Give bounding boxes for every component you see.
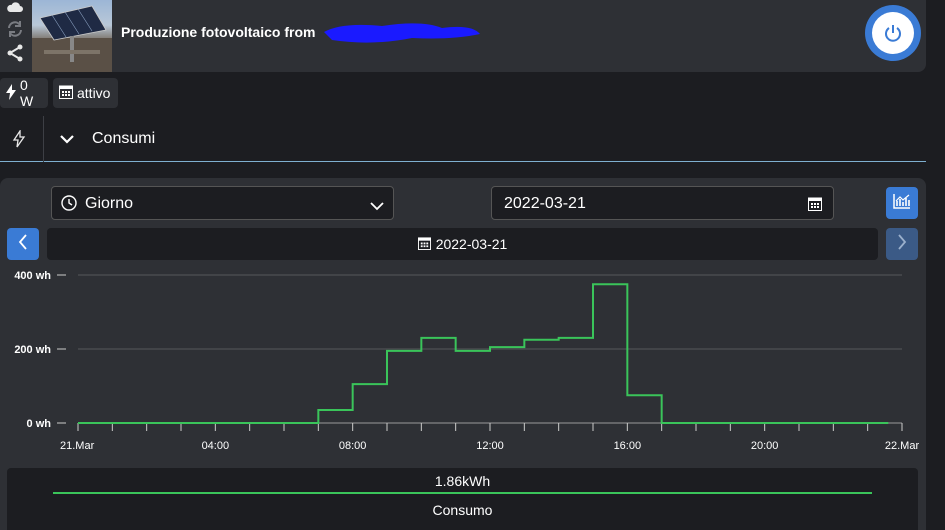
x-tick-label: 22.Mar — [885, 440, 920, 452]
power-badge: 0 W — [0, 77, 48, 109]
section-header-consumi[interactable]: Consumi — [0, 116, 926, 162]
consumption-series-line — [78, 283, 889, 424]
total-value: 1.86kWh — [434, 473, 491, 489]
current-date-bar: 2022-03-21 — [47, 228, 878, 260]
x-tick-label: 08:00 — [339, 440, 367, 452]
chevron-right-icon — [897, 233, 907, 255]
next-day-button[interactable] — [886, 228, 918, 260]
section-title: Consumi — [92, 130, 156, 147]
chevron-left-icon — [18, 233, 28, 255]
chevron-down-icon[interactable] — [60, 131, 74, 149]
period-select[interactable]: Giorno — [51, 186, 394, 220]
y-tick-label: 200 wh — [14, 344, 51, 356]
series-name: Consumo — [432, 502, 493, 518]
x-tick-label: 16:00 — [614, 440, 642, 452]
x-tick-label: 12:00 — [476, 440, 504, 452]
calendar-icon — [59, 84, 73, 102]
redaction-mark — [324, 23, 480, 43]
legend-line — [53, 492, 872, 494]
power-value: 0 W — [20, 77, 34, 109]
chevron-down-icon — [370, 198, 384, 216]
chart-icon — [893, 193, 911, 214]
chart-legend: 1.86kWh Consumo — [7, 468, 918, 530]
chart-type-button[interactable] — [886, 187, 918, 219]
divider — [43, 116, 44, 162]
prev-day-button[interactable] — [7, 228, 39, 260]
sync-icon[interactable] — [6, 20, 24, 38]
period-select-value: Giorno — [85, 195, 134, 212]
device-photo — [32, 0, 112, 72]
power-button[interactable] — [865, 5, 921, 61]
calendar-icon[interactable] — [808, 196, 822, 216]
x-tick-label: 20:00 — [751, 440, 779, 452]
share-icon[interactable] — [6, 44, 24, 62]
power-icon — [872, 12, 914, 54]
cloud-icon[interactable] — [6, 0, 24, 18]
x-tick-label: 21.Mar — [60, 440, 95, 452]
current-date-text: 2022-03-21 — [435, 236, 508, 252]
device-title: Produzione fotovoltaico from — [121, 24, 316, 40]
schedule-value: attivo — [77, 85, 111, 101]
calendar-icon — [417, 236, 431, 253]
clock-icon — [61, 195, 77, 216]
schedule-badge[interactable]: attivo — [53, 78, 118, 108]
consumption-chart: 0 wh 200 wh 400 wh 21.Mar 04:00 08:00 12:00 16:… — [14, 270, 920, 452]
device-header: Produzione fotovoltaico from — [0, 0, 926, 72]
date-input-value: 2022-03-21 — [504, 195, 586, 212]
bolt-outline-icon — [12, 128, 26, 153]
x-tick-label: 04:00 — [202, 440, 230, 452]
y-tick-label: 400 wh — [14, 270, 51, 282]
y-tick-label: 0 wh — [27, 418, 52, 430]
date-input[interactable]: 2022-03-21 — [491, 186, 834, 220]
bolt-icon — [6, 83, 16, 103]
device-actions — [0, 0, 30, 72]
